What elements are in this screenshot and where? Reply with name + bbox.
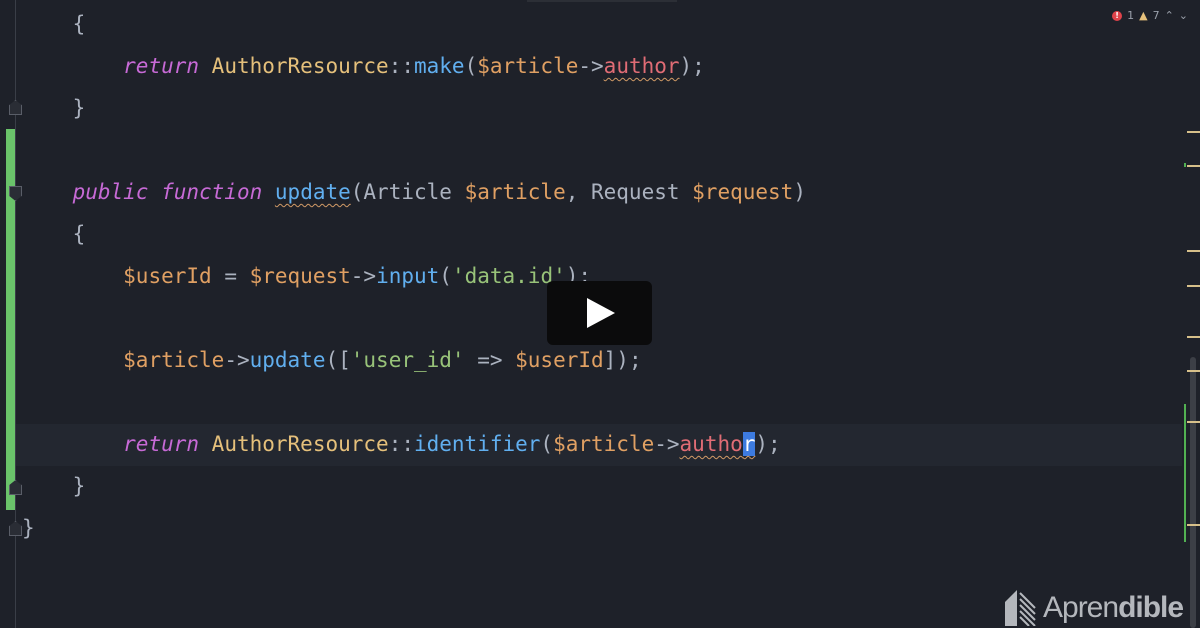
code-token: 'user_id' <box>350 348 465 372</box>
code-token: ([ <box>325 348 351 372</box>
error-count: 1 <box>1127 9 1135 22</box>
code-token: autho <box>679 432 743 456</box>
code-line[interactable]: return AuthorResource::make($article->au… <box>22 45 705 87</box>
code-token: function <box>161 180 263 204</box>
code-token: ]); <box>603 348 642 372</box>
fold-icon[interactable] <box>9 100 22 115</box>
code-token: :: <box>388 432 414 456</box>
code-token: { <box>22 222 86 246</box>
code-token: $userId <box>515 348 604 372</box>
marker <box>1187 165 1200 167</box>
code-line[interactable]: } <box>22 507 35 549</box>
code-line[interactable]: $article->update(['user_id' => $userId])… <box>22 339 642 381</box>
code-token: update <box>274 180 351 204</box>
top-bar <box>527 0 677 2</box>
aprendible-logo: Aprendible <box>1005 590 1184 626</box>
warning-icon: ▲ <box>1139 9 1148 22</box>
code-line[interactable]: } <box>22 87 86 129</box>
code-line[interactable]: { <box>22 3 86 45</box>
marker <box>1187 336 1200 338</box>
code-token: = <box>211 264 250 288</box>
code-token: make <box>413 54 465 78</box>
logo-icon <box>1005 590 1036 626</box>
code-token: ( <box>540 432 554 456</box>
code-token: -> <box>350 264 377 288</box>
code-token: -> <box>578 54 604 78</box>
error-icon: ! <box>1112 10 1123 21</box>
code-token: (Article <box>350 180 465 204</box>
code-token: $article <box>477 54 579 78</box>
code-token: ( <box>464 54 478 78</box>
code-token: r <box>742 432 756 456</box>
play-button[interactable] <box>547 281 652 345</box>
code-token: { <box>22 12 86 36</box>
code-token: AuthorResource <box>211 432 389 456</box>
marker <box>1187 131 1200 133</box>
code-token: $article <box>123 348 225 372</box>
marker <box>1187 421 1200 423</box>
code-token: ); <box>755 432 781 456</box>
change-marker <box>1184 163 1186 167</box>
fold-icon[interactable] <box>9 521 22 536</box>
code-token: input <box>376 264 440 288</box>
code-token: $userId <box>123 264 212 288</box>
code-line[interactable]: { <box>22 213 86 255</box>
logo-text: Apren <box>1043 591 1119 624</box>
code-token: author <box>603 54 680 78</box>
code-token: -> <box>654 432 680 456</box>
code-token: update <box>249 348 326 372</box>
code-token: => <box>464 348 516 372</box>
code-token: identifier <box>413 432 541 456</box>
code-token: $request <box>692 180 794 204</box>
code-token: return <box>123 54 200 78</box>
inspection-status[interactable]: ! 1 ▲ 7 ⌃ ⌄ <box>1112 9 1188 22</box>
scroll-thumb[interactable] <box>1190 357 1196 628</box>
code-token: $request <box>249 264 351 288</box>
code-line[interactable]: } <box>22 465 86 507</box>
code-token: ); <box>679 54 705 78</box>
code-token: $article <box>553 432 655 456</box>
code-line[interactable]: return AuthorResource::identifier($artic… <box>22 423 781 465</box>
change-marker <box>1184 404 1186 542</box>
logo-text-bold: dible <box>1118 591 1184 624</box>
code-token: ( <box>439 264 452 288</box>
marker <box>1187 250 1200 252</box>
code-token: $article <box>464 180 566 204</box>
code-token: -> <box>224 348 250 372</box>
code-token: } <box>22 96 86 120</box>
code-line[interactable]: public function update(Article $article,… <box>22 171 806 213</box>
code-token: , Request <box>565 180 693 204</box>
code-token: } <box>22 516 35 540</box>
code-token: ) <box>793 180 806 204</box>
marker <box>1187 524 1200 526</box>
scrollbar[interactable] <box>1182 0 1200 628</box>
warning-count: 7 <box>1152 9 1160 22</box>
code-line[interactable]: $userId = $request->input('data.id'); <box>22 255 591 297</box>
code-token: AuthorResource <box>211 54 389 78</box>
code-token: :: <box>388 54 414 78</box>
code-token: public <box>72 180 149 204</box>
code-token: } <box>22 474 86 498</box>
marker <box>1187 285 1200 287</box>
code-token: return <box>123 432 200 456</box>
prev-issue-button[interactable]: ⌃ <box>1165 9 1174 22</box>
marker <box>1187 370 1200 372</box>
